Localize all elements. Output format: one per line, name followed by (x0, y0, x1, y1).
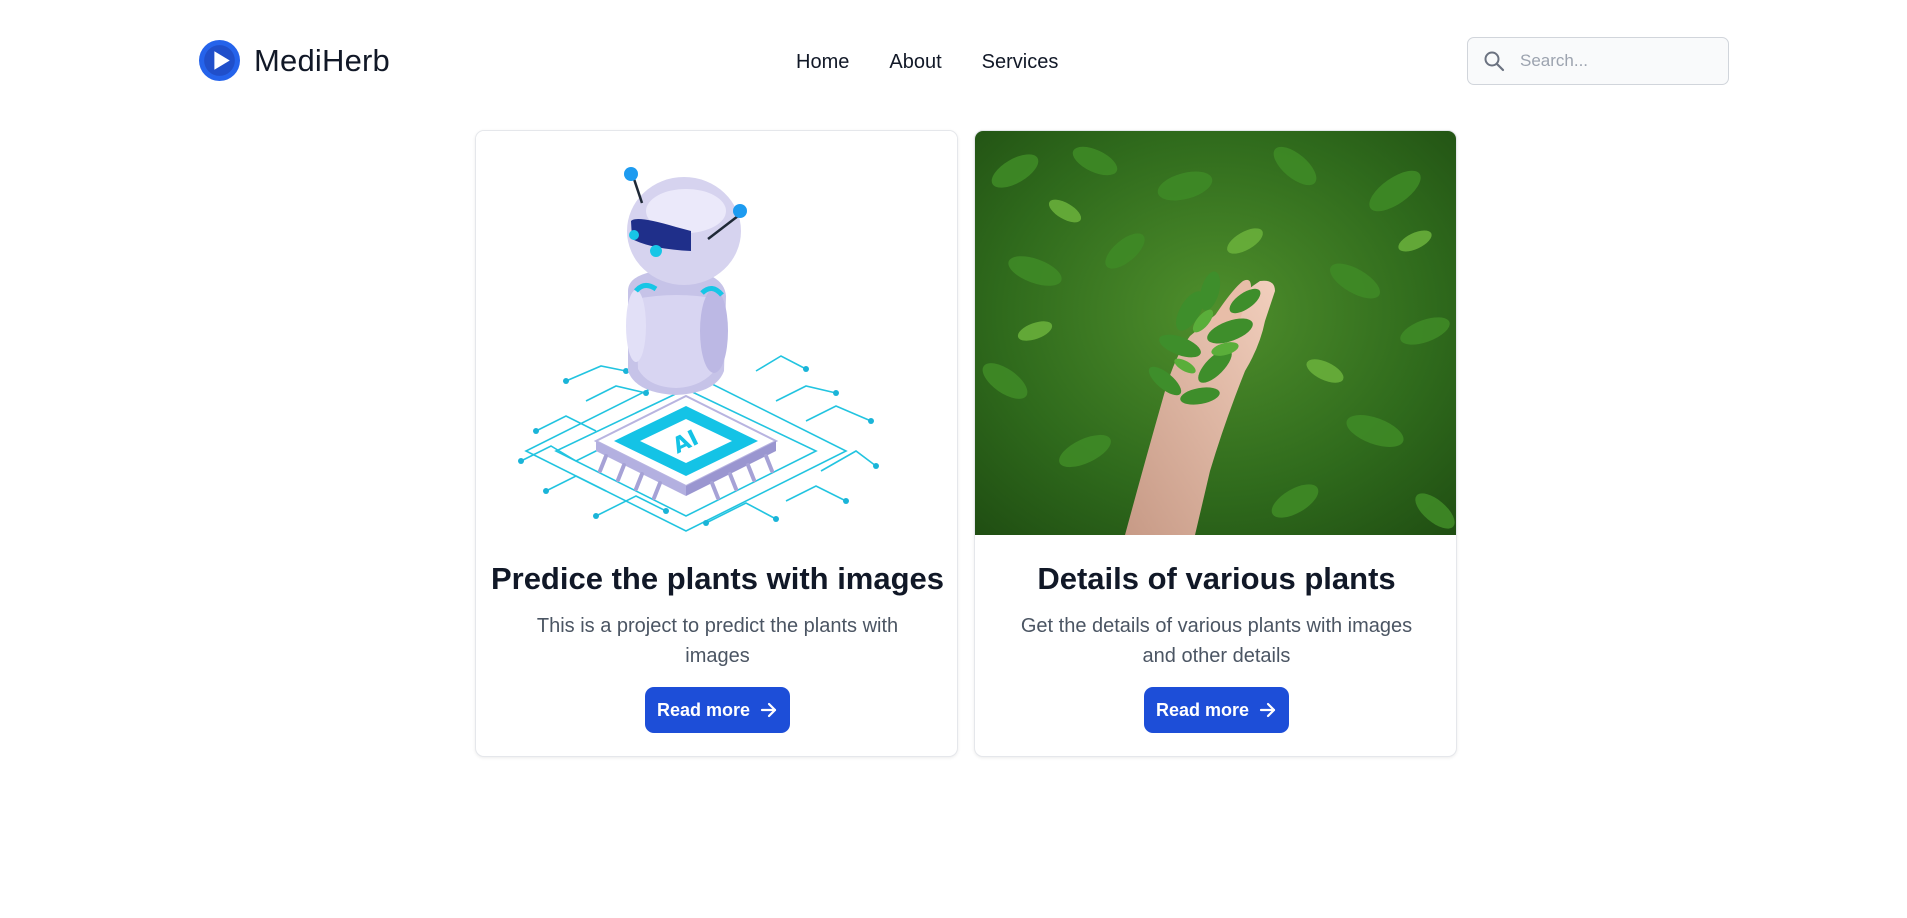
nav-link-home[interactable]: Home (796, 48, 849, 76)
read-more-button[interactable]: Read more (645, 687, 790, 733)
nav-item-services: Services (982, 48, 1099, 76)
read-more-button[interactable]: Read more (1144, 687, 1289, 733)
arrow-right-icon (760, 702, 777, 718)
search-icon (1484, 51, 1505, 72)
brand-name: MediHerb (254, 42, 390, 78)
nav-item-about: About (889, 48, 981, 76)
search-box[interactable] (1467, 37, 1729, 85)
card-description: Get the details of various plants with i… (1020, 615, 1413, 667)
nav-item-home: Home (796, 48, 889, 76)
read-more-label: Read more (656, 699, 751, 720)
card-description: This is a project to predict the plants … (536, 615, 899, 667)
navbar: MediHerb Home About Services (0, 0, 1907, 124)
brand-link[interactable]: MediHerb (199, 40, 390, 81)
card-predict-plants: AI Predice the plants with images This i… (475, 130, 958, 757)
main-nav: Home About Services (796, 48, 1098, 76)
hand-holding-mint-leaves-photo (975, 131, 1456, 535)
card-title: Predice the plants with images (490, 561, 945, 596)
search-input[interactable] (1518, 50, 1718, 72)
card-plant-details: Details of various plants Get the detail… (974, 130, 1457, 757)
play-circle-icon (199, 40, 240, 81)
arrow-right-icon (1259, 702, 1276, 718)
read-more-label: Read more (1155, 699, 1250, 720)
card-title: Details of various plants (1037, 561, 1396, 596)
ai-robot-chip-illustration: AI (476, 131, 957, 535)
nav-link-services[interactable]: Services (982, 48, 1059, 76)
nav-link-about[interactable]: About (889, 48, 941, 76)
